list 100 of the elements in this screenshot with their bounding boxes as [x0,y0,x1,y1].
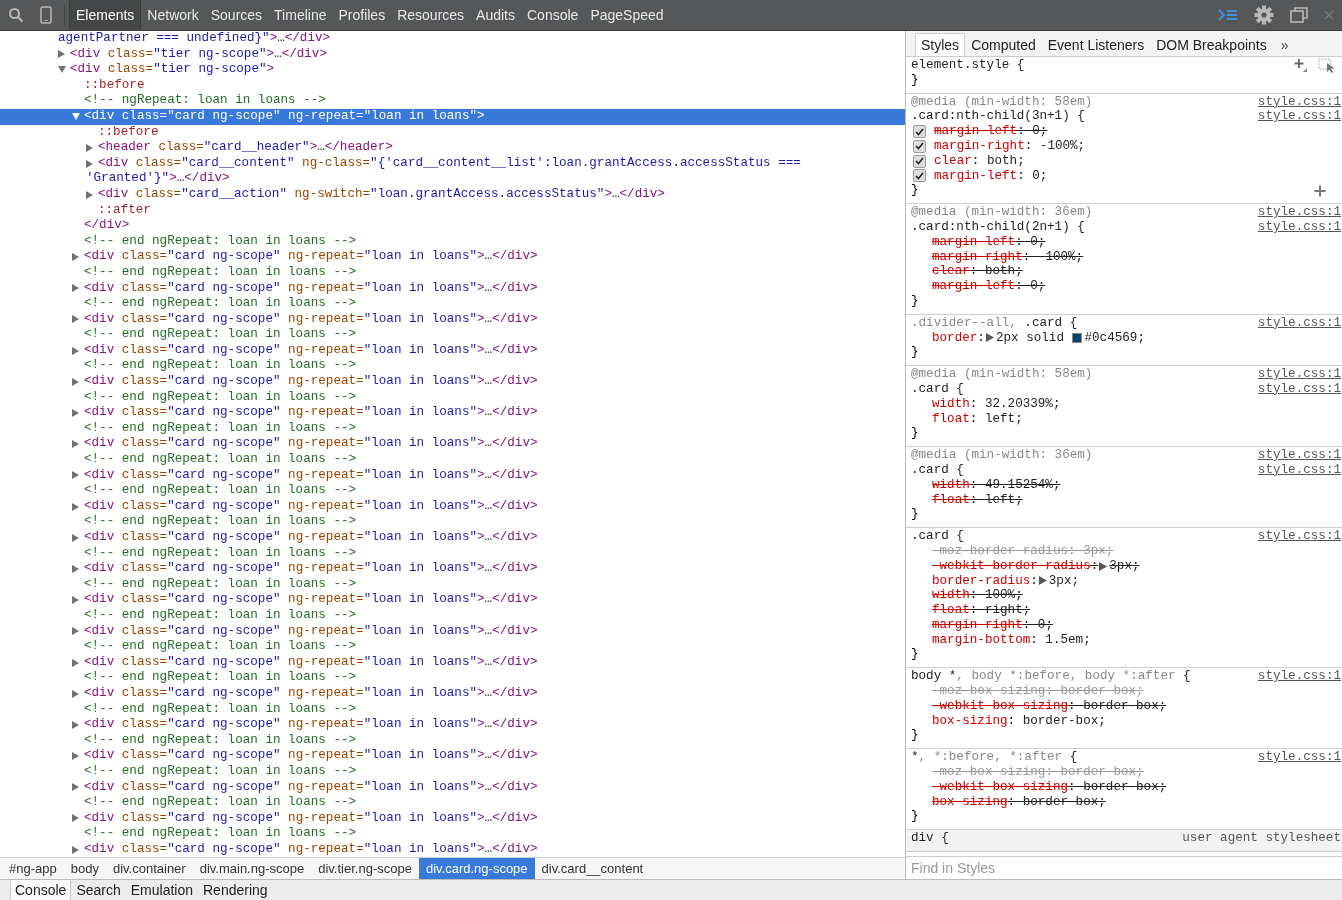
expand-triangle-icon[interactable] [72,471,80,480]
source-link[interactable]: style.css:1 [1257,367,1342,382]
css-declaration[interactable]: margin-right: -100%; [932,249,1084,265]
dom-node-line[interactable]: <!-- end ngRepeat: loan in loans --> [84,264,357,281]
source-link[interactable]: style.css:1 [1257,315,1342,331]
breadcrumb-item[interactable]: div.card.ng-scope [418,858,535,879]
dom-node-line[interactable]: <!-- end ngRepeat: loan in loans --> [84,389,357,406]
panel-tab[interactable]: Profiles [332,0,392,31]
source-link[interactable]: style.css:1 [1257,462,1342,478]
expand-triangle-icon[interactable] [985,333,994,343]
dom-node-line[interactable]: agentPartner === undefined}">…</div> [58,31,331,47]
dom-node-line[interactable]: ::after [98,202,151,219]
dom-node-line[interactable]: <!-- end ngRepeat: loan in loans --> [84,420,357,437]
expand-triangle-icon[interactable] [72,596,80,605]
expand-triangle-icon[interactable] [72,502,80,511]
expand-triangle-icon[interactable] [72,845,80,854]
dom-node-line[interactable]: <div class="card ng-scope" ng-repeat="loan in loans">…</div> [84,779,538,796]
dom-node-line[interactable]: <!-- end ngRepeat: loan in loans --> [84,233,357,250]
mobile-device-icon[interactable] [40,6,52,24]
css-declaration[interactable]: -webkit-border-radius: 3px; [932,558,1140,574]
sidebar-tab[interactable]: Computed [965,33,1042,56]
panel-tab[interactable]: Console [521,0,585,31]
css-declaration[interactable]: width: 32.20339%; [932,396,1061,412]
dom-node-line[interactable]: <div class="card ng-scope" ng-repeat="loan in loans">…</div> [84,561,538,577]
dom-node-line[interactable]: <!-- end ngRepeat: loan in loans --> [84,763,357,780]
property-checkbox[interactable] [913,154,926,168]
dom-node-line[interactable]: <div class="card ng-scope" ng-repeat="loan in loans">…</div> [84,654,538,671]
dom-node-line[interactable]: <div class="card ng-scope" ng-repeat="loan in loans">…</div> [84,748,538,764]
dom-node-line[interactable]: <div class="card__content" ng-class="{'card__content__list':loan.grantAccess.accessStatus === [98,155,809,172]
dom-node-line[interactable]: <!-- end ngRepeat: loan in loans --> [84,670,357,686]
dom-node-line[interactable]: <!-- end ngRepeat: loan in loans --> [84,358,357,375]
dom-node-line[interactable]: <div class="card ng-scope" ng-repeat="loan in loans">…</div> [84,467,538,484]
collapse-triangle-icon[interactable] [58,66,66,74]
dom-node-line[interactable]: <!-- end ngRepeat: loan in loans --> [84,296,357,312]
dom-node-line[interactable]: <div class="card__action" ng-switch="loan.grantAccess.accessStatus">…</div> [98,186,665,203]
dom-node-line[interactable]: <!-- end ngRepeat: loan in loans --> [84,545,357,562]
settings-icon[interactable] [1254,5,1274,25]
css-declaration[interactable]: margin-left: 0; [932,279,1046,294]
dom-node-line[interactable]: <!-- end ngRepeat: loan in loans --> [84,607,357,624]
sidebar-tab[interactable]: DOM Breakpoints [1150,33,1273,56]
dom-node-line[interactable]: <!-- end ngRepeat: loan in loans --> [84,732,357,749]
dom-node-line[interactable]: <div class="card ng-scope" ng-repeat="loan in loans">…</div> [84,810,538,827]
dom-node-line[interactable]: <div class="card ng-scope" ng-repeat="loan in loans">…</div> [84,498,538,515]
panel-tab[interactable]: Resources [391,0,471,31]
expand-triangle-icon[interactable] [86,143,94,152]
breadcrumb-item[interactable]: div.main.ng-scope [192,858,312,879]
css-declaration[interactable]: width: 100%; [932,588,1023,604]
dom-node-line[interactable]: <!-- end ngRepeat: loan in loans --> [84,576,357,593]
search-icon[interactable] [8,7,24,23]
css-declaration[interactable]: clear: both; [934,153,1025,169]
dom-node-line[interactable]: <!-- end ngRepeat: loan in loans --> [84,514,357,530]
add-rule-icon[interactable] [1294,58,1308,73]
panel-tab[interactable]: Sources [204,0,269,31]
css-declaration[interactable]: border-radius: 3px; [932,573,1080,589]
dom-node-line[interactable]: <!-- end ngRepeat: loan in loans --> [84,327,357,343]
expand-triangle-icon[interactable] [72,627,80,636]
dom-node-line[interactable]: <div class="card ng-scope" ng-repeat="loan in loans">…</div> [84,530,538,546]
css-declaration[interactable]: float: left; [932,411,1023,427]
css-declaration[interactable]: clear: both; [932,264,1023,280]
panel-tab[interactable]: Audits [470,0,521,31]
dom-node-line[interactable]: <div class="card ng-scope" ng-repeat="loan in loans">…</div> [84,717,538,733]
property-checkbox[interactable] [913,125,926,139]
dom-node-line[interactable]: <div class="card ng-scope" ng-repeat="loan in loans">…</div> [84,311,538,328]
expand-triangle-icon[interactable] [72,284,80,293]
expand-triangle-icon[interactable] [72,377,80,386]
css-declaration[interactable]: border: 2px solid #0c4569; [932,330,1145,346]
dom-node-line[interactable]: <div class="tier ng-scope"> [70,62,275,78]
expand-triangle-icon[interactable] [1038,576,1047,586]
sidebar-tab[interactable]: Event Listeners [1041,33,1151,56]
expand-triangle-icon[interactable] [72,409,80,418]
sidebar-tab[interactable]: Styles [915,33,966,56]
expand-triangle-icon[interactable] [72,720,80,729]
css-declaration[interactable]: box-sizing: border-box; [932,713,1106,729]
expand-triangle-icon[interactable] [72,783,80,792]
dom-node-line[interactable]: <div class="tier ng-scope">…</div> [70,46,327,63]
expand-triangle-icon[interactable] [72,752,80,761]
css-declaration[interactable]: margin-right: -100%; [934,139,1086,154]
source-link[interactable]: style.css:1 [1257,448,1342,463]
css-declaration[interactable]: margin-left: 0; [934,124,1048,139]
drawer-tab[interactable]: Search [71,880,126,900]
css-declaration[interactable]: width: 49.15254%; [932,477,1061,493]
add-property-icon[interactable] [1314,184,1326,197]
panel-tab[interactable]: Elements [69,0,142,31]
source-link[interactable]: style.css:1 [1257,109,1342,125]
panel-tab[interactable]: Timeline [268,0,333,31]
css-declaration[interactable]: margin-right: 0; [932,617,1053,633]
dom-node-line[interactable]: <!-- end ngRepeat: loan in loans --> [84,795,357,811]
panel-tab[interactable]: Network [141,0,205,31]
expand-triangle-icon[interactable] [58,50,66,59]
expand-triangle-icon[interactable] [1099,561,1108,571]
css-declaration[interactable]: margin-bottom: 1.5em; [932,632,1091,648]
breadcrumb-item[interactable]: body [63,858,106,879]
drawer-tab[interactable]: Rendering [198,880,273,900]
more-tabs-button[interactable]: » [1272,34,1297,56]
color-swatch[interactable] [1071,332,1082,343]
dom-node-line[interactable]: 'Granted'}">…</div> [86,171,230,187]
dom-node-line[interactable]: <div class="card ng-scope" ng-repeat="loan in loans">…</div> [84,249,538,265]
css-declaration[interactable]: -webkit-box-sizing: border-box; [932,698,1167,714]
dom-node-line[interactable]: <div class="card ng-scope" ng-repeat="loan in loans">…</div> [84,280,538,297]
drawer-tab[interactable]: Emulation [125,880,198,900]
